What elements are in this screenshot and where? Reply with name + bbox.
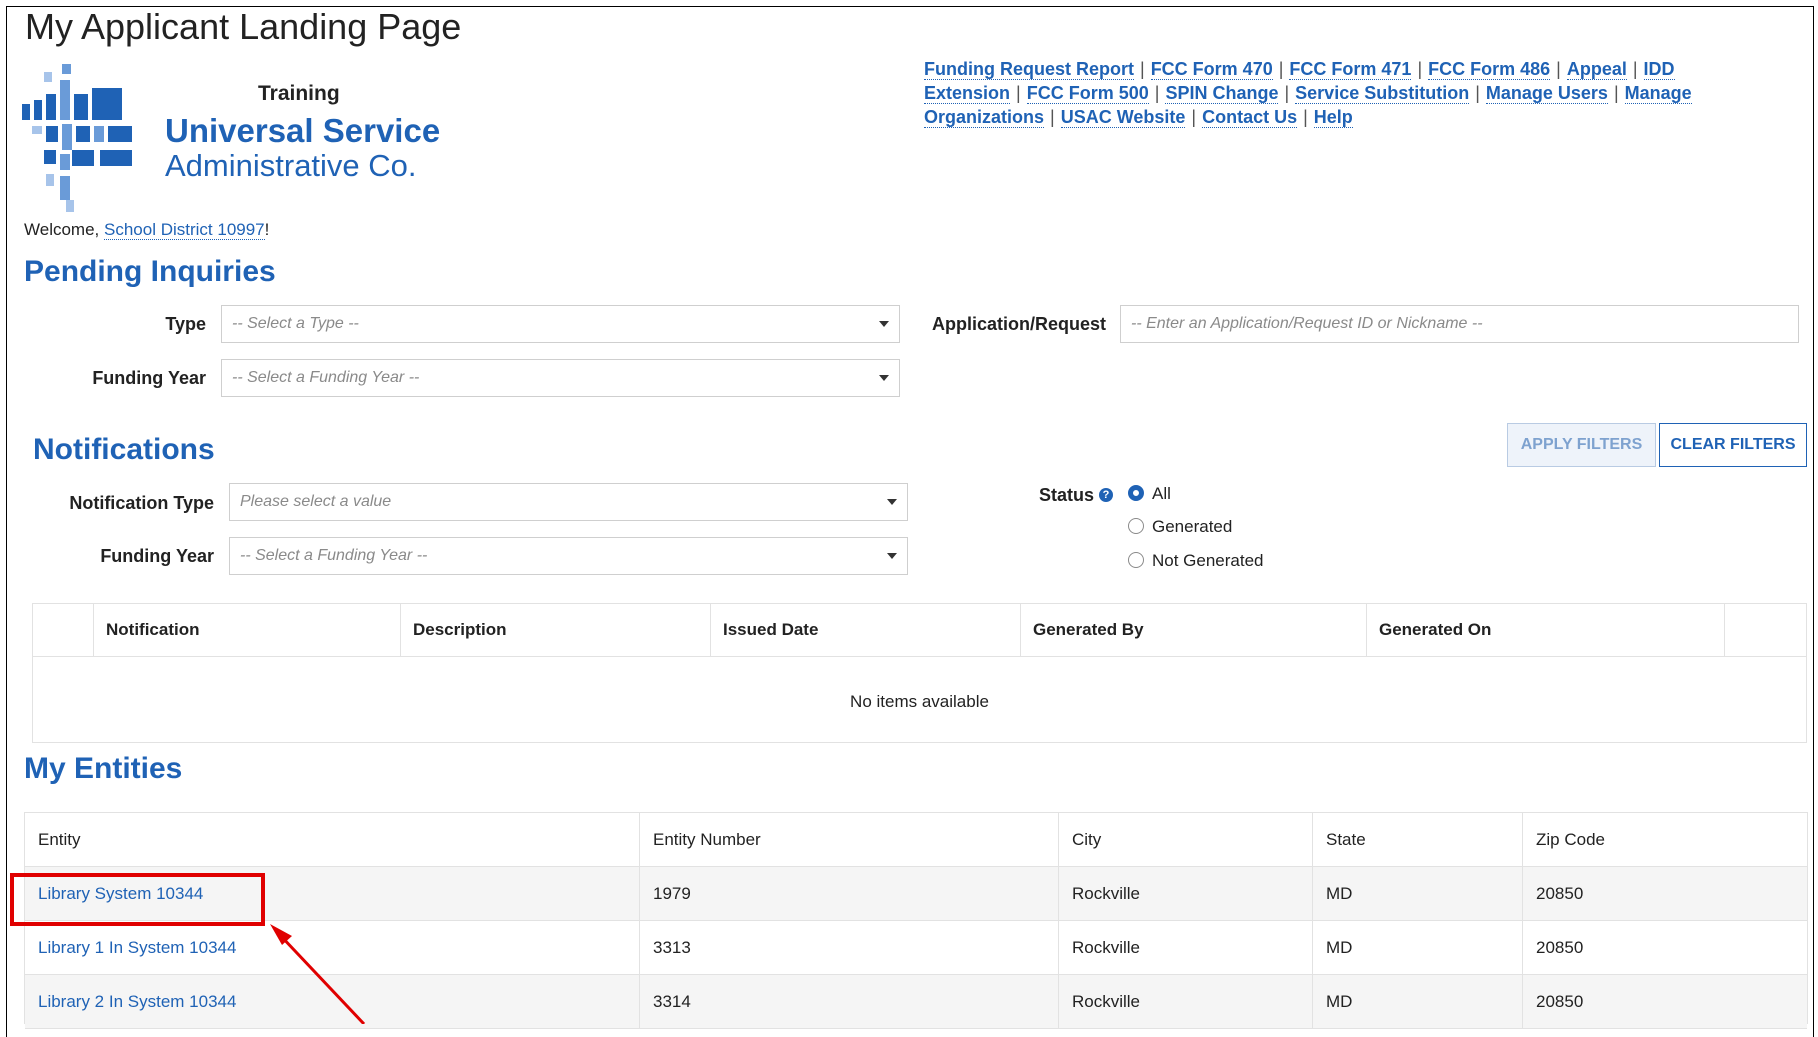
brand-name-line2: Administrative Co. xyxy=(165,148,417,183)
application-request-input[interactable]: -- Enter an Application/Request ID or Ni… xyxy=(1120,305,1799,343)
chevron-down-icon xyxy=(879,375,889,381)
radio-empty-icon xyxy=(1128,518,1144,534)
notification-funding-year-label: Funding Year xyxy=(100,546,214,566)
funding-year-label: Funding Year xyxy=(92,368,206,388)
chevron-down-icon xyxy=(887,553,897,559)
column-header-generated-on[interactable]: Generated On xyxy=(1366,604,1724,656)
chevron-down-icon xyxy=(887,499,897,505)
notification-funding-year-placeholder: -- Select a Funding Year -- xyxy=(240,547,428,564)
link-usac-website[interactable]: USAC Website xyxy=(1060,107,1186,128)
entity-state: MD xyxy=(1312,867,1522,921)
status-option-label: Not Generated xyxy=(1152,551,1264,570)
column-header-entity-number[interactable]: Entity Number xyxy=(639,813,1058,867)
training-label: Training xyxy=(258,82,340,105)
column-header-issued-date[interactable]: Issued Date xyxy=(710,604,1020,656)
notifications-table: Notification Description Issued Date Gen… xyxy=(32,603,1807,743)
column-header-generated-by[interactable]: Generated By xyxy=(1020,604,1366,656)
welcome-suffix: ! xyxy=(264,220,270,239)
link-fcc-form-470[interactable]: FCC Form 470 xyxy=(1150,59,1273,80)
entity-number: 3314 xyxy=(639,975,1058,1029)
funding-year-select[interactable]: -- Select a Funding Year -- xyxy=(221,359,900,397)
entity-zip: 20850 xyxy=(1522,921,1807,975)
pending-inquiries-title: Pending Inquiries xyxy=(24,255,276,288)
type-select[interactable]: -- Select a Type -- xyxy=(221,305,900,343)
entity-zip: 20850 xyxy=(1522,867,1807,921)
entity-number: 1979 xyxy=(639,867,1058,921)
link-help[interactable]: Help xyxy=(1313,107,1353,128)
link-service-substitution[interactable]: Service Substitution xyxy=(1295,83,1470,104)
status-option-label: All xyxy=(1152,484,1171,503)
radio-empty-icon xyxy=(1128,552,1144,568)
usac-logo xyxy=(22,64,132,212)
link-manage-users[interactable]: Manage Users xyxy=(1485,83,1608,104)
entity-city: Rockville xyxy=(1058,921,1312,975)
application-request-placeholder: -- Enter an Application/Request ID or Ni… xyxy=(1131,315,1483,332)
entity-city: Rockville xyxy=(1058,975,1312,1029)
brand-name-line1: Universal Service xyxy=(165,112,441,149)
welcome-user-link[interactable]: School District 10997 xyxy=(104,220,265,240)
application-request-label: Application/Request xyxy=(931,314,1106,334)
table-row: Library 1 In System 10344 3313 Rockville… xyxy=(25,921,1807,975)
column-header-description[interactable]: Description xyxy=(400,604,710,656)
column-header-notification[interactable]: Notification xyxy=(93,604,400,656)
top-nav-links: Funding Request Report | FCC Form 470 | FCC … xyxy=(924,59,1692,128)
type-select-placeholder: -- Select a Type -- xyxy=(232,315,359,332)
page-title: My Applicant Landing Page xyxy=(25,6,462,47)
notification-funding-year-select[interactable]: -- Select a Funding Year -- xyxy=(229,537,908,575)
entity-state: MD xyxy=(1312,975,1522,1029)
notifications-table-header: Notification Description Issued Date Gen… xyxy=(33,604,1806,657)
funding-year-select-placeholder: -- Select a Funding Year -- xyxy=(232,369,420,386)
link-spin-change[interactable]: SPIN Change xyxy=(1165,83,1279,104)
radio-selected-icon xyxy=(1128,485,1144,501)
type-label: Type xyxy=(165,314,206,334)
my-entities-title: My Entities xyxy=(24,752,183,785)
entity-number: 3313 xyxy=(639,921,1058,975)
clear-filters-button[interactable]: CLEAR FILTERS xyxy=(1659,423,1807,467)
help-icon[interactable]: ? xyxy=(1099,488,1113,502)
link-fcc-form-500[interactable]: FCC Form 500 xyxy=(1026,83,1149,104)
link-fcc-form-486[interactable]: FCC Form 486 xyxy=(1428,59,1551,80)
entity-city: Rockville xyxy=(1058,867,1312,921)
column-header-entity[interactable]: Entity xyxy=(25,813,639,867)
link-fcc-form-471[interactable]: FCC Form 471 xyxy=(1289,59,1412,80)
link-funding-request-report[interactable]: Funding Request Report xyxy=(924,59,1134,80)
welcome-message: Welcome, School District 10997! xyxy=(24,220,269,240)
empty-state-message: No items available xyxy=(850,692,989,711)
column-header-city[interactable]: City xyxy=(1058,813,1312,867)
chevron-down-icon xyxy=(879,321,889,327)
welcome-prefix: Welcome, xyxy=(24,220,104,239)
link-contact-us[interactable]: Contact Us xyxy=(1202,107,1298,128)
entity-state: MD xyxy=(1312,921,1522,975)
column-header-zip-code[interactable]: Zip Code xyxy=(1522,813,1807,867)
column-header-empty xyxy=(1724,604,1808,656)
entity-link[interactable]: Library 2 In System 10344 xyxy=(25,975,639,1029)
table-row: Library System 10344 1979 Rockville MD 2… xyxy=(25,867,1807,921)
notifications-title: Notifications xyxy=(33,433,215,466)
highlight-box xyxy=(10,873,265,926)
apply-filters-button[interactable]: APPLY FILTERS xyxy=(1507,423,1656,467)
entities-table: Entity Entity Number City State Zip Code… xyxy=(24,812,1808,1029)
entity-zip: 20850 xyxy=(1522,975,1807,1029)
notification-type-select[interactable]: Please select a value xyxy=(229,483,908,521)
link-appeal[interactable]: Appeal xyxy=(1566,59,1627,80)
notification-type-placeholder: Please select a value xyxy=(240,493,392,510)
status-label: Status xyxy=(1038,485,1094,505)
column-header-state[interactable]: State xyxy=(1312,813,1522,867)
entities-table-header: Entity Entity Number City State Zip Code xyxy=(25,813,1807,867)
entity-link[interactable]: Library 1 In System 10344 xyxy=(25,921,639,975)
table-row: Library 2 In System 10344 3314 Rockville… xyxy=(25,975,1807,1029)
notification-type-label: Notification Type xyxy=(69,493,214,513)
status-option-label: Generated xyxy=(1152,517,1233,536)
